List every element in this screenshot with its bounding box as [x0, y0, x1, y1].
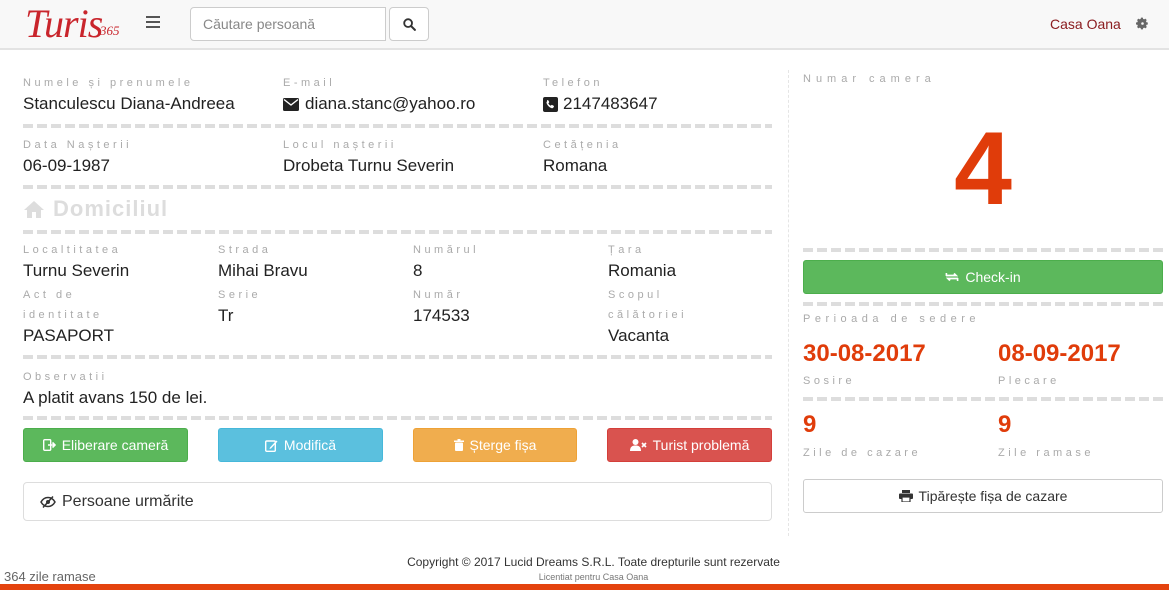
id-doc-label-1: Act de: [23, 289, 76, 301]
name-value: Stanculescu Diana-Andreea: [23, 94, 235, 113]
menu-icon[interactable]: [146, 16, 160, 30]
search-icon: [402, 17, 416, 31]
divider: [23, 355, 772, 359]
id-doc-value: PASAPORT: [23, 326, 115, 345]
doc-number-value: 174533: [413, 306, 470, 325]
divider: [23, 185, 772, 189]
phone-label: Telefon: [543, 77, 603, 89]
citizenship-label: Cetățenia: [543, 139, 622, 151]
street-label: Strada: [218, 244, 272, 256]
gear-icon[interactable]: [1136, 17, 1149, 30]
print-label: Tipărește fișa de cazare: [918, 488, 1068, 504]
watched-persons-label: Persoane urmărite: [62, 492, 194, 510]
number-value: 8: [413, 261, 423, 280]
room-label: Numar camera: [803, 73, 936, 85]
edit-button[interactable]: Modifică: [218, 428, 383, 462]
birth-place-value: Drobeta Turnu Severin: [283, 156, 455, 175]
search-button[interactable]: [389, 7, 429, 41]
logo-number: 365: [100, 23, 120, 38]
search-input[interactable]: [190, 7, 386, 41]
room-number: 4: [954, 111, 1012, 227]
checkin-label: Check-in: [965, 269, 1021, 285]
number-label: Numărul: [413, 244, 480, 256]
footer-copyright: Copyright © 2017 Lucid Dreams S.R.L. Toa…: [407, 555, 780, 569]
country-value: Romania: [608, 261, 677, 280]
edit-icon: [264, 439, 278, 452]
period-label: Perioada de sedere: [803, 313, 981, 325]
delete-button[interactable]: Șterge fișa: [413, 428, 577, 462]
birth-place-label: Locul nașterii: [283, 139, 397, 151]
edit-label: Modifică: [283, 437, 337, 453]
logo[interactable]: Turis 365: [25, 1, 130, 46]
citizenship-value: Romana: [543, 156, 608, 175]
purpose-label-1: Scopul: [608, 289, 663, 301]
bottom-bar: [0, 584, 1169, 590]
remaining-count: 9: [998, 411, 1012, 438]
eye-slash-icon: [40, 495, 56, 508]
print-button[interactable]: Tipărește fișa de cazare: [803, 479, 1163, 513]
birth-date-value: 06-09-1987: [23, 156, 110, 175]
arrival-label: Sosire: [803, 375, 856, 387]
remaining-label: Zile ramase: [998, 447, 1094, 459]
address-title: Domiciliul: [23, 196, 168, 222]
navbar: Turis 365 Casa Oana: [0, 0, 1169, 50]
divider: [23, 230, 772, 234]
phone-row: 2147483647: [543, 94, 658, 114]
user-times-icon: [629, 439, 647, 451]
email-value[interactable]: diana.stanc@yahoo.ro: [305, 94, 475, 114]
series-value: Tr: [218, 306, 234, 325]
divider: [23, 416, 772, 420]
country-label: Țara: [608, 244, 645, 256]
problem-tourist-button[interactable]: Turist problemă: [607, 428, 772, 462]
problem-tourist-label: Turist problemă: [652, 437, 750, 453]
doc-number-label: Număr: [413, 289, 464, 301]
divider: [803, 397, 1163, 401]
arrival-date: 30-08-2017: [803, 340, 926, 367]
column-divider: [788, 70, 789, 536]
address-title-text: Domiciliul: [53, 196, 169, 221]
sign-out-icon: [42, 439, 56, 451]
nights-count: 9: [803, 411, 817, 438]
purpose-value: Vacanta: [608, 326, 670, 345]
days-left: 364 zile ramase: [4, 569, 96, 584]
email-row: diana.stanc@yahoo.ro: [283, 94, 475, 114]
notes-label: Observatii: [23, 371, 108, 383]
footer-license: Licentiat pentru Casa Oana: [538, 572, 649, 582]
release-room-button[interactable]: Eliberare cameră: [23, 428, 188, 462]
email-label: E-mail: [283, 77, 336, 89]
refresh-icon: [945, 272, 959, 282]
envelope-icon: [283, 97, 299, 111]
release-room-label: Eliberare cameră: [61, 437, 169, 453]
departure-date: 08-09-2017: [998, 340, 1121, 367]
street-value: Mihai Bravu: [218, 261, 308, 280]
user-link[interactable]: Casa Oana: [1050, 16, 1121, 32]
id-doc-label-2: identitate: [23, 309, 103, 321]
phone-value: 2147483647: [563, 94, 658, 113]
divider: [803, 302, 1163, 306]
departure-label: Plecare: [998, 375, 1060, 387]
home-icon: [24, 200, 44, 218]
delete-label: Șterge fișa: [469, 437, 537, 453]
checkin-button[interactable]: Check-in: [803, 260, 1163, 294]
divider: [803, 248, 1163, 252]
print-icon: [898, 490, 913, 502]
phone-icon: [543, 96, 558, 112]
series-label: Serie: [218, 289, 262, 301]
nights-label: Zile de cazare: [803, 447, 922, 459]
locality-label: Localtitatea: [23, 244, 122, 256]
watched-persons-panel[interactable]: Persoane urmărite: [23, 482, 772, 521]
purpose-label-2: călătoriei: [608, 309, 688, 321]
logo-text: Turis: [25, 1, 103, 46]
locality-value: Turnu Severin: [23, 261, 130, 280]
birth-date-label: Data Nașterii: [23, 139, 133, 151]
name-label: Numele și prenumele: [23, 77, 194, 89]
divider: [23, 124, 772, 128]
trash-icon: [453, 439, 464, 451]
notes-value: A platit avans 150 de lei.: [23, 388, 208, 407]
